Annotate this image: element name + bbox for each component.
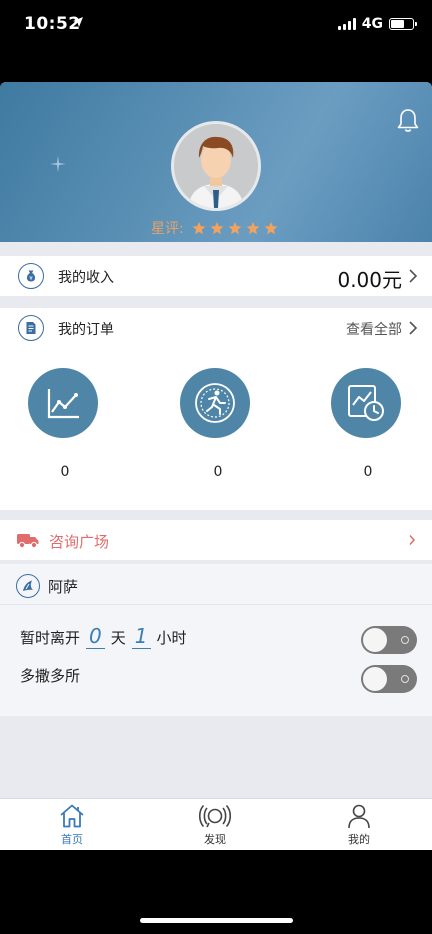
app-screen: 星评: ¥ 我的收入 0.00元 我的订单 查看全部 0 0 0 咨询广场 阿萨… [0,82,432,850]
consult-row[interactable]: 咨询广场 [0,520,432,560]
chevron-right-icon [409,269,418,283]
stat-chart-clock[interactable] [331,368,401,438]
away-toggle[interactable] [361,626,417,654]
consult-label: 咨询广场 [49,533,110,551]
tab-discover[interactable]: 发现 [185,803,245,847]
tab-mine[interactable]: 我的 [329,803,389,847]
order-document-icon [18,315,44,341]
profile-header: 星评: [0,82,432,242]
star-icon [246,221,260,235]
battery-icon [389,18,417,30]
income-label: 我的收入 [58,270,114,286]
star-icon [264,221,278,235]
broadcast-icon [199,804,231,828]
status-bar: 10:52 4G [0,0,432,52]
star-icon [228,221,242,235]
svg-text:¥: ¥ [29,276,33,282]
tab-mine-label: 我的 [348,833,370,846]
location-arrow-icon [73,17,83,27]
orders-label: 我的订单 [58,322,114,338]
tab-home-label: 首页 [61,833,83,846]
availability-section: 阿萨 暂时离开 0 天 1 小时 多撒多所 [0,564,432,716]
person-icon [348,804,370,829]
income-value: 0.00元 [337,268,402,292]
tab-discover-label: 发现 [204,833,226,846]
rating: 星评: [151,218,278,238]
tab-home[interactable]: 首页 [42,803,102,847]
divider [0,604,432,605]
busy-label: 多撒多所 [20,667,81,685]
truck-icon [17,534,39,548]
money-bag-icon: ¥ [18,263,44,289]
star-icon [210,221,224,235]
home-indicator[interactable] [140,918,293,923]
home-icon [60,804,84,828]
chevron-right-icon [409,535,416,545]
stat-coin[interactable] [180,368,250,438]
hours-unit: 小时 [156,629,187,647]
see-all-link[interactable]: 查看全部 [346,319,402,339]
status-indicators: 4G [337,16,417,32]
stat-count: 0 [60,464,70,480]
star-icon [192,221,206,235]
user-name: 阿萨 [48,578,79,596]
away-label: 暂时离开 [20,629,81,647]
tab-bar: 首页 发现 我的 [0,798,432,850]
away-duration: 暂时离开 0 天 1 小时 [20,624,187,649]
stat-count: 0 [213,464,223,480]
income-row[interactable]: ¥ 我的收入 0.00元 [0,256,432,296]
orders-header[interactable]: 我的订单 查看全部 [0,308,432,348]
chevron-right-icon [409,321,418,335]
stat-line-chart[interactable] [28,368,98,438]
line-chart-icon [47,389,79,419]
orders-section: 我的订单 查看全部 0 0 0 [0,308,432,510]
rating-label: 星评: [151,221,184,237]
away-days-input[interactable]: 0 [86,624,105,649]
network-type: 4G [361,16,383,32]
signal-icon [337,18,356,30]
bird-icon [16,574,40,598]
bell-icon[interactable] [396,108,420,134]
chart-clock-icon [348,385,384,421]
avatar-portrait-icon [188,136,244,208]
coin-runner-icon [195,383,235,423]
days-unit: 天 [110,629,126,647]
sparkle-decoration [50,156,66,172]
away-hours-input[interactable]: 1 [131,624,151,649]
stat-count: 0 [363,464,373,480]
avatar[interactable] [171,121,261,211]
busy-toggle[interactable] [361,665,417,693]
